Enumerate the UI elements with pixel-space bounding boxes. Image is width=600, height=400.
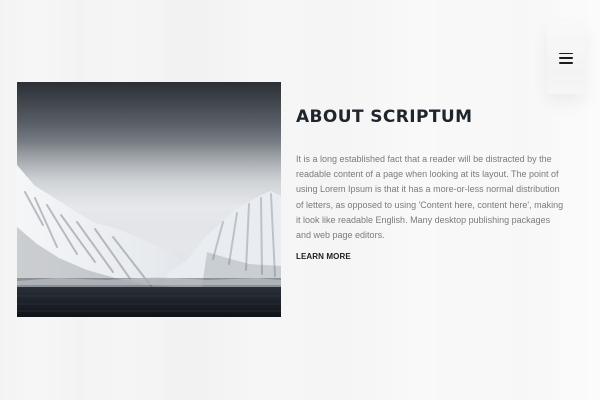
hamburger-line-middle (559, 57, 573, 59)
section-body: It is a long established fact that a rea… (296, 154, 564, 241)
hamburger-line-bottom (559, 62, 573, 64)
section-title: ABOUT SCRIPTUM (296, 107, 473, 127)
water (17, 287, 281, 317)
hamburger-menu-icon (559, 52, 573, 64)
hamburger-line-top (559, 52, 573, 54)
menu-button[interactable] (547, 22, 585, 94)
mountain-image (17, 82, 281, 317)
about-section: ABOUT SCRIPTUM It is a long established … (296, 104, 564, 264)
learn-more-link[interactable]: LEARN MORE (296, 252, 351, 261)
